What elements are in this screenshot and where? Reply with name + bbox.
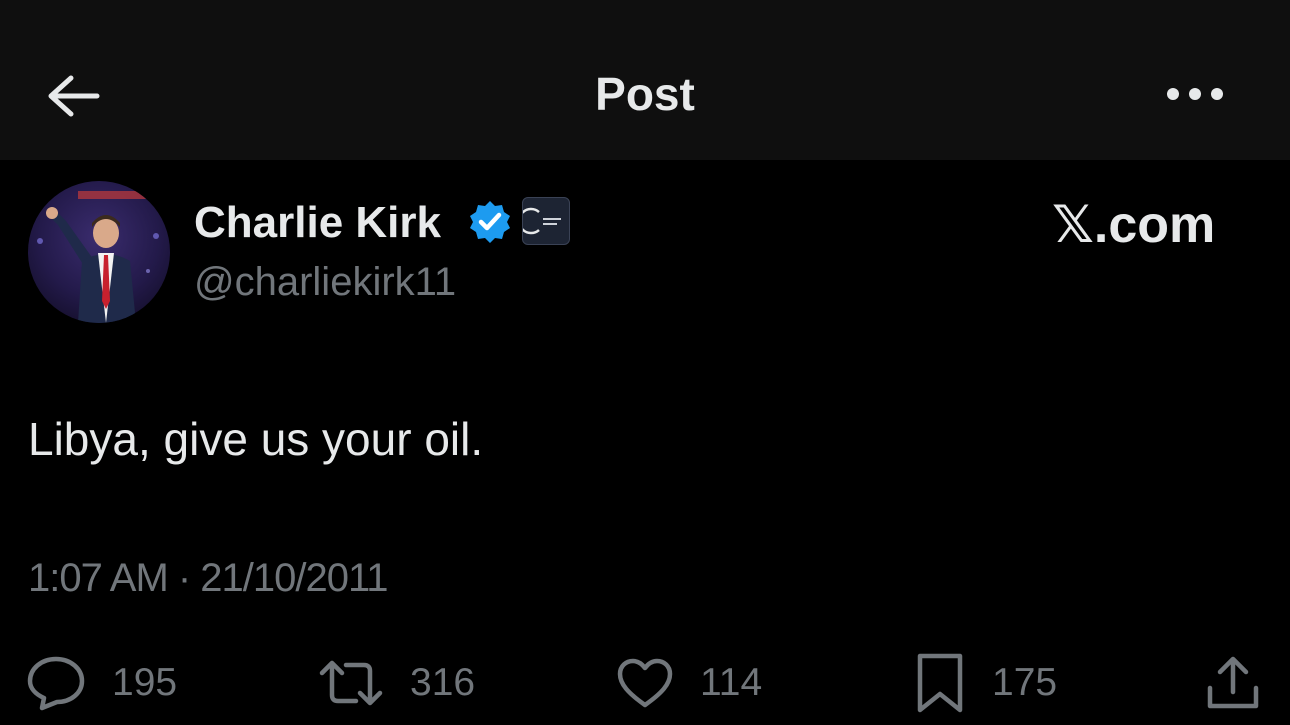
bookmark-count: 175 — [992, 661, 1058, 704]
post-timestamp[interactable]: 1:07 AM · 21/10/2011 — [28, 552, 389, 604]
heart-icon — [616, 657, 674, 709]
reply-count: 195 — [112, 661, 178, 704]
top-bar: Post — [0, 0, 1290, 160]
reply-icon — [26, 655, 86, 711]
watermark: 𝕏.com — [1052, 196, 1216, 254]
verified-badge-icon[interactable] — [467, 199, 513, 245]
author-name[interactable]: Charlie Kirk — [194, 196, 441, 250]
arrow-left-icon — [45, 74, 101, 118]
reply-button[interactable]: 195 — [26, 650, 177, 716]
repost-icon — [318, 655, 384, 711]
organization-affiliate-icon[interactable] — [522, 197, 570, 245]
more-horizontal-icon — [1165, 86, 1225, 102]
more-options-button[interactable] — [1158, 74, 1232, 114]
repost-button[interactable]: 316 — [318, 650, 475, 716]
like-button[interactable]: 114 — [616, 650, 762, 716]
share-icon — [1204, 654, 1262, 712]
like-count: 114 — [700, 661, 763, 704]
back-button[interactable] — [40, 68, 106, 124]
repost-count: 316 — [410, 661, 476, 704]
page-title: Post — [595, 68, 695, 120]
post-text: Libya, give us your oil. — [28, 413, 484, 465]
bookmark-button[interactable]: 175 — [914, 650, 1057, 716]
bookmark-icon — [914, 652, 966, 714]
share-button[interactable] — [1204, 650, 1262, 716]
author-handle[interactable]: @charliekirk11 — [194, 256, 456, 308]
avatar[interactable] — [28, 181, 170, 323]
